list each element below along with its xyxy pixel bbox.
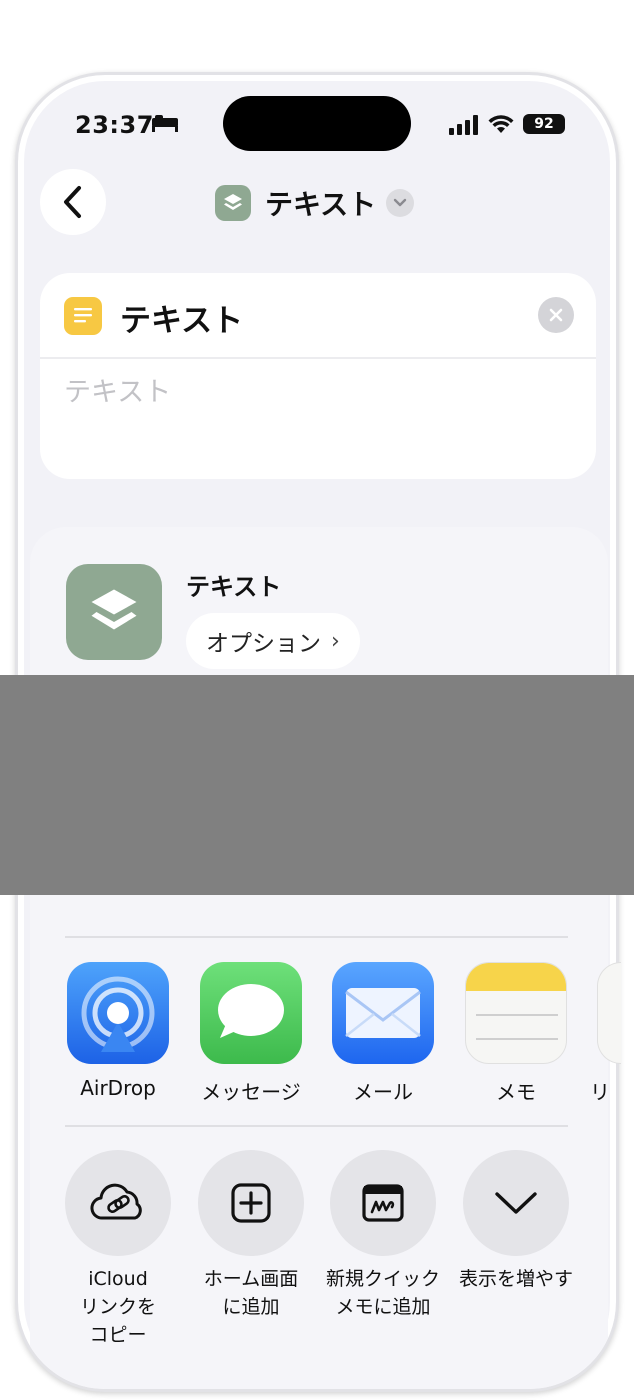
app-label-airdrop: AirDrop xyxy=(80,1076,156,1100)
chevron-down-icon xyxy=(495,1192,537,1214)
sleep-focus-icon xyxy=(152,115,178,132)
messages-icon xyxy=(218,984,284,1038)
add-to-home-button[interactable] xyxy=(198,1150,304,1256)
chevron-right-icon: › xyxy=(331,628,340,654)
airdrop-icon xyxy=(81,976,155,1052)
quick-note-icon xyxy=(362,1184,404,1222)
wifi-icon xyxy=(488,115,514,133)
share-sheet: テキスト オプション › xyxy=(30,527,608,1389)
back-button[interactable] xyxy=(40,169,106,235)
text-action-card: テキスト xyxy=(40,273,596,479)
icloud-link-button[interactable] xyxy=(65,1150,171,1256)
mail-button[interactable] xyxy=(332,962,434,1064)
text-input[interactable] xyxy=(64,377,564,408)
app-label-reminders: リ xyxy=(590,1080,610,1104)
airdrop-button[interactable] xyxy=(67,962,169,1064)
share-title: テキスト xyxy=(186,573,282,601)
options-label: オプション xyxy=(206,631,321,657)
redacted-region xyxy=(0,675,634,895)
battery-indicator: 92 xyxy=(523,114,565,134)
action-title: テキスト xyxy=(120,303,244,339)
divider xyxy=(65,936,568,938)
text-document-icon xyxy=(64,297,102,335)
page-title: テキスト xyxy=(265,188,377,221)
show-more-button[interactable] xyxy=(463,1150,569,1256)
chevron-left-icon xyxy=(64,186,81,218)
screen: 23:37 92 テキスト テキスト テキスト テキスト オプション › Air… xyxy=(0,0,634,1400)
title-menu[interactable]: テキスト xyxy=(215,183,415,223)
status-time: 23:37 xyxy=(75,111,154,139)
cellular-signal-icon xyxy=(449,115,478,135)
notes-icon xyxy=(466,963,566,1040)
add-square-icon xyxy=(231,1183,271,1223)
app-label-messages: メッセージ xyxy=(201,1080,301,1104)
action-label-more: 表示を増やす xyxy=(458,1268,573,1290)
notes-button[interactable] xyxy=(465,962,567,1064)
app-label-mail: メール xyxy=(353,1080,413,1104)
messages-button[interactable] xyxy=(200,962,302,1064)
mail-icon xyxy=(345,988,421,1038)
divider xyxy=(40,357,596,359)
close-icon xyxy=(549,308,563,322)
icloud-link-icon xyxy=(90,1183,142,1220)
action-label-quicknote: 新規クイック メモに追加 xyxy=(325,1268,440,1318)
action-label-icloud: iCloud リンクを コピー xyxy=(79,1268,156,1346)
shortcut-layers-icon xyxy=(66,564,162,660)
dynamic-island xyxy=(223,96,411,151)
quick-note-button[interactable] xyxy=(330,1150,436,1256)
action-label-home: ホーム画面 に追加 xyxy=(203,1268,299,1318)
app-label-notes: メモ xyxy=(496,1080,536,1104)
options-button[interactable]: オプション › xyxy=(186,613,360,669)
remove-action-button[interactable] xyxy=(538,297,574,333)
chevron-down-icon xyxy=(386,189,415,217)
shortcut-layers-icon xyxy=(215,185,251,221)
divider xyxy=(65,1125,568,1127)
reminders-button[interactable] xyxy=(597,962,621,1064)
